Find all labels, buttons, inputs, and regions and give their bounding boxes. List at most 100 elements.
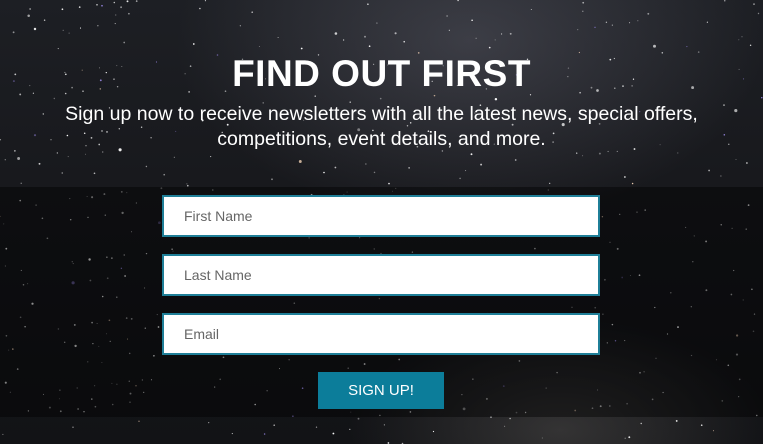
star [582, 155, 584, 157]
star [637, 20, 639, 22]
star [488, 46, 491, 49]
star [97, 25, 99, 27]
star [605, 21, 608, 23]
star [33, 27, 37, 31]
star [465, 170, 467, 172]
star [700, 424, 703, 427]
star [530, 9, 532, 10]
star [115, 14, 117, 16]
star [72, 426, 74, 429]
star [251, 11, 254, 14]
star [29, 8, 31, 10]
star [123, 41, 126, 44]
star [504, 425, 506, 427]
star [120, 6, 123, 9]
last-name-input[interactable] [162, 254, 600, 296]
star [298, 160, 302, 163]
star [334, 32, 338, 35]
page-subtitle: Sign up now to receive newsletters with … [65, 103, 698, 150]
sign-up-button[interactable]: SIGN UP! [318, 372, 444, 409]
star [173, 156, 175, 158]
star [647, 12, 650, 15]
star [653, 44, 656, 48]
star [470, 153, 473, 156]
star [231, 433, 233, 435]
star [4, 159, 6, 161]
star [96, 4, 98, 6]
star [271, 178, 273, 181]
star [514, 159, 517, 161]
star [79, 27, 82, 29]
star [67, 156, 69, 158]
star [332, 432, 335, 435]
star [368, 45, 371, 48]
star [373, 171, 376, 174]
star [376, 22, 378, 24]
star [20, 182, 22, 184]
star [448, 29, 450, 31]
star [204, 0, 206, 2]
star [446, 15, 448, 17]
star [712, 430, 715, 432]
star [138, 420, 140, 422]
star [61, 8, 64, 11]
page-title: FIND OUT FIRST [232, 53, 531, 94]
star [735, 158, 737, 160]
star [408, 167, 410, 169]
star [459, 177, 461, 180]
star [509, 32, 512, 35]
star [749, 44, 752, 46]
star [239, 25, 241, 27]
star [62, 29, 64, 31]
star [349, 428, 351, 431]
star [576, 152, 578, 154]
star [367, 3, 369, 6]
star [2, 433, 4, 435]
star [757, 12, 760, 15]
star [93, 172, 96, 175]
star [457, 0, 459, 2]
star [611, 24, 613, 26]
email-input[interactable] [162, 313, 600, 355]
star [753, 3, 755, 5]
star [38, 162, 41, 165]
star [342, 39, 345, 41]
star [263, 433, 266, 435]
star [394, 32, 397, 35]
newsletter-signup-form: SIGN UP! [162, 195, 600, 409]
star [631, 182, 634, 185]
star [68, 32, 70, 34]
star [509, 417, 511, 420]
star [17, 157, 21, 160]
submit-row: SIGN UP! [162, 372, 600, 409]
star [85, 153, 86, 155]
star [57, 48, 59, 50]
star [135, 0, 138, 2]
star [686, 46, 688, 48]
star [741, 36, 743, 38]
first-name-input[interactable] [162, 195, 600, 237]
star [126, 0, 129, 3]
star [364, 35, 366, 38]
star [128, 12, 130, 15]
star [323, 171, 325, 174]
star [541, 437, 543, 439]
star [624, 176, 626, 178]
star [114, 23, 116, 25]
star [746, 162, 748, 164]
star [199, 7, 201, 10]
star [43, 19, 46, 21]
star [582, 10, 584, 13]
star [210, 156, 212, 158]
star [675, 419, 678, 422]
star [78, 6, 81, 8]
star [27, 14, 30, 17]
star [12, 31, 15, 34]
star [357, 417, 360, 420]
star [724, 0, 726, 2]
star [61, 172, 63, 174]
star [501, 33, 503, 35]
star [629, 22, 631, 24]
hero-header: FIND OUT FIRST Sign up now to receive ne… [0, 52, 763, 152]
star [383, 424, 385, 426]
